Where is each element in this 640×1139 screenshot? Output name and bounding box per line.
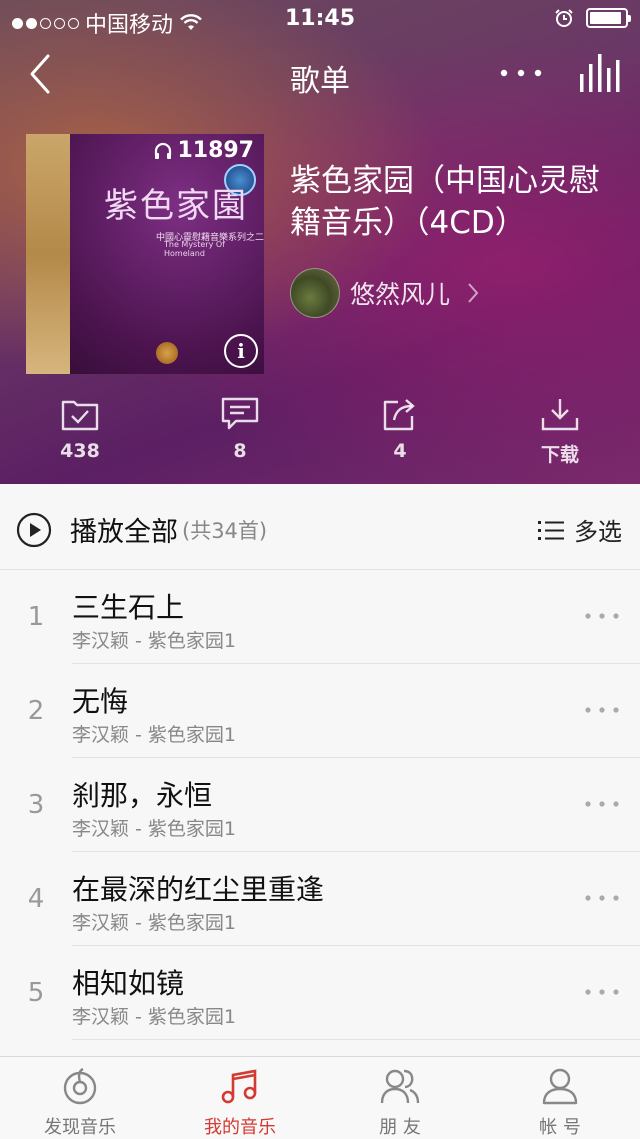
share-icon bbox=[383, 399, 415, 431]
share-count: 4 bbox=[393, 440, 407, 462]
my-music-icon bbox=[221, 1069, 257, 1104]
page-title: 歌单 bbox=[290, 64, 350, 99]
song-title: 刹那，永恒 bbox=[72, 779, 213, 812]
song-row[interactable]: 4 在最深的红尘里重逢 李汉颖 - 紫色家园1 bbox=[0, 852, 640, 946]
play-all-button[interactable]: 播放全部 (共34首) bbox=[16, 510, 267, 549]
comment-button[interactable]: 8 bbox=[160, 396, 320, 484]
navigation-bar: 歌单 bbox=[0, 44, 640, 104]
share-button[interactable]: 4 bbox=[320, 396, 480, 484]
info-icon[interactable]: i bbox=[224, 334, 258, 368]
song-more-icon[interactable] bbox=[584, 610, 620, 622]
song-artist-album: 李汉颖 - 紫色家园1 bbox=[72, 630, 237, 652]
comment-icon bbox=[221, 397, 259, 430]
song-title: 三生石上 bbox=[72, 591, 185, 624]
tab-my-music[interactable]: 我的音乐 bbox=[160, 1057, 320, 1139]
song-artist-album: 李汉颖 - 紫色家园1 bbox=[72, 818, 237, 840]
song-index: 1 bbox=[27, 602, 45, 632]
avatar bbox=[290, 268, 340, 318]
play-count: 11897 bbox=[153, 138, 254, 163]
song-index: 2 bbox=[27, 696, 45, 726]
play-all-label: 播放全部 bbox=[70, 517, 178, 548]
download-icon bbox=[541, 399, 579, 431]
play-circle-icon bbox=[16, 512, 52, 547]
cover-spine bbox=[26, 134, 70, 374]
song-artist-album: 李汉颖 - 紫色家园1 bbox=[72, 1006, 237, 1028]
tab-bar: 发现音乐 我的音乐 朋 友 帐 号 bbox=[0, 1056, 640, 1139]
song-more-icon[interactable] bbox=[584, 986, 620, 998]
favorite-button[interactable]: 438 bbox=[0, 396, 160, 484]
chevron-right-icon bbox=[468, 283, 479, 303]
alarm-icon bbox=[555, 9, 573, 27]
comment-count: 8 bbox=[233, 440, 247, 462]
song-artist-album: 李汉颖 - 紫色家园1 bbox=[72, 912, 237, 934]
tab-label: 发现音乐 bbox=[44, 1117, 116, 1138]
favorite-check-icon bbox=[61, 400, 99, 431]
song-title: 相知如镜 bbox=[72, 967, 185, 1000]
multi-select-label: 多选 bbox=[574, 518, 622, 546]
song-index: 4 bbox=[27, 884, 45, 914]
download-button[interactable]: 下载 bbox=[480, 396, 640, 484]
headphones-icon bbox=[155, 142, 172, 159]
play-count-label: 11897 bbox=[177, 138, 254, 163]
download-label: 下载 bbox=[540, 444, 579, 466]
song-row[interactable]: 3 刹那，永恒 李汉颖 - 紫色家园1 bbox=[0, 758, 640, 852]
tab-discover-music[interactable]: 发现音乐 bbox=[0, 1057, 160, 1139]
list-icon bbox=[538, 520, 564, 540]
playlist-header: 中国移动 11:45 歌单 11897 紫色家園 中國心靈慰藉音樂系列之二 Th… bbox=[0, 0, 640, 484]
song-artist-album: 李汉颖 - 紫色家园1 bbox=[72, 724, 237, 746]
account-icon bbox=[542, 1068, 578, 1105]
song-index: 3 bbox=[27, 790, 45, 820]
cover-english-title: The Mystery Of Homeland bbox=[164, 240, 225, 258]
song-row[interactable]: 1 三生石上 李汉颖 - 紫色家园1 bbox=[0, 570, 640, 664]
song-more-icon[interactable] bbox=[584, 704, 620, 716]
cover-title: 紫色家園 bbox=[104, 186, 248, 226]
cover-seal bbox=[156, 342, 178, 364]
multi-select-button[interactable]: 多选 bbox=[538, 512, 622, 547]
song-count: (共34首) bbox=[182, 518, 268, 543]
friends-icon bbox=[380, 1069, 420, 1104]
tab-friends[interactable]: 朋 友 bbox=[320, 1057, 480, 1139]
play-all-bar: 播放全部 (共34首) 多选 bbox=[0, 484, 640, 570]
song-row[interactable]: 5 相知如镜 李汉颖 - 紫色家园1 bbox=[0, 946, 640, 1040]
tab-account[interactable]: 帐 号 bbox=[480, 1057, 640, 1139]
clock: 11:45 bbox=[284, 6, 356, 31]
discover-music-icon bbox=[63, 1067, 97, 1105]
song-more-icon[interactable] bbox=[584, 892, 620, 904]
status-bar: 中国移动 11:45 bbox=[0, 0, 640, 40]
song-list: 播放全部 (共34首) 多选 1 三生石上 李汉颖 - 紫色家园1 2 无悔 李… bbox=[0, 484, 640, 1056]
song-index: 5 bbox=[27, 978, 45, 1008]
playlist-name: 紫色家园（中国心灵慰籍音乐）（4CD） bbox=[290, 163, 600, 241]
battery-icon bbox=[586, 8, 631, 28]
creator-name: 悠然风儿 bbox=[350, 280, 451, 309]
now-playing-icon[interactable] bbox=[578, 50, 620, 94]
song-more-icon[interactable] bbox=[584, 798, 620, 810]
more-icon[interactable] bbox=[498, 58, 544, 88]
tab-label: 我的音乐 bbox=[204, 1117, 276, 1138]
favorite-count: 438 bbox=[60, 440, 100, 462]
tab-label: 朋 友 bbox=[379, 1117, 421, 1138]
song-row[interactable]: 2 无悔 李汉颖 - 紫色家园1 bbox=[0, 664, 640, 758]
song-title: 在最深的红尘里重逢 bbox=[72, 873, 325, 906]
creator-link[interactable]: 悠然风儿 bbox=[290, 268, 480, 318]
action-bar: 438 8 4 下载 bbox=[0, 396, 640, 484]
playlist-cover[interactable]: 11897 紫色家園 中國心靈慰藉音樂系列之二 The Mystery Of H… bbox=[26, 134, 264, 374]
tab-label: 帐 号 bbox=[539, 1117, 581, 1138]
song-title: 无悔 bbox=[72, 685, 129, 718]
